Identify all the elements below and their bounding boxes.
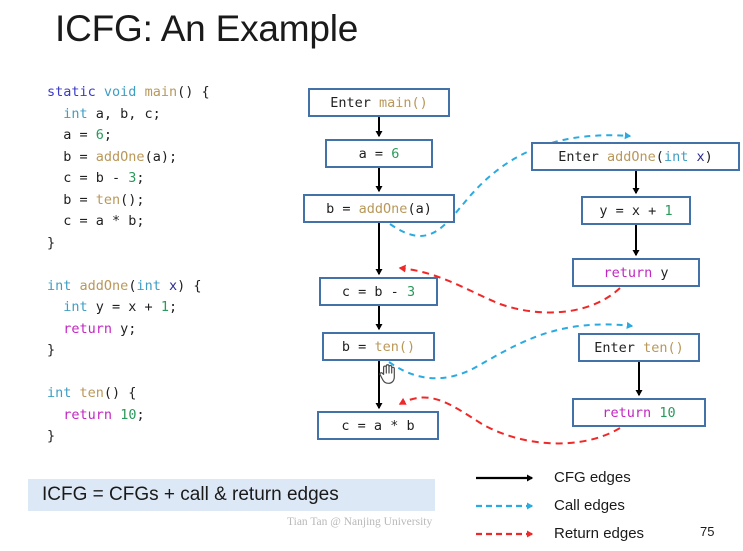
cfg-node-token: ten() — [374, 338, 416, 355]
cfg-node-token: 3 — [406, 283, 416, 300]
cfg-node-token: b = — [326, 200, 359, 217]
cfg-node-token: Enter — [330, 94, 379, 111]
cfg-node-token: c = a * b — [341, 417, 415, 434]
cfg-node-b-addone-a[interactable]: b = addOne (a) — [303, 194, 455, 223]
cfg-node-enter-ten[interactable]: Enter ten() — [578, 333, 700, 362]
cfg-node-token: ) — [704, 148, 713, 165]
cfg-node-c-a-times-b[interactable]: c = a * b — [317, 411, 439, 440]
cfg-node-token: a = — [358, 145, 392, 162]
cfg-node-token: b = — [341, 338, 375, 355]
cfg-node-enter-addone[interactable]: Enter addOne(int x) — [531, 142, 740, 171]
cfg-node-b-ten[interactable]: b = ten() — [322, 332, 435, 361]
cfg-node-token: c = b - — [341, 283, 407, 300]
cfg-node-return-10[interactable]: return 10 — [572, 398, 706, 427]
cfg-node-token: ten() — [643, 339, 684, 356]
cfg-node-token: x — [696, 148, 705, 165]
cfg-node-token: return — [603, 264, 653, 281]
cfg-node-token: Enter — [558, 148, 608, 165]
slide-canvas: ICFG: An Example static void main() { in… — [0, 0, 743, 551]
cfg-node-y-x-plus-1[interactable]: y = x + 1 — [581, 196, 691, 225]
cfg-node-token: main() — [379, 94, 428, 111]
cfg-node-token: y — [652, 264, 669, 281]
cfg-node-return-y[interactable]: return y — [572, 258, 700, 287]
cfg-node-token: addOne — [358, 200, 408, 217]
cfg-node-token: int — [663, 148, 689, 165]
hand-cursor-icon — [379, 364, 395, 384]
cfg-node-a-assign-6[interactable]: a = 6 — [325, 139, 433, 168]
cfg-node-token: Enter — [594, 339, 644, 356]
cfg-node-token: ( — [655, 148, 664, 165]
cfg-node-token: return — [602, 404, 660, 421]
cfg-node-token: 1 — [664, 202, 673, 219]
cfg-node-token: y = x + — [599, 202, 665, 219]
cfg-node-token: (a) — [407, 200, 432, 217]
cfg-node-c-b-minus-3[interactable]: c = b - 3 — [319, 277, 438, 306]
cfg-node-token: addOne — [607, 148, 656, 165]
cfg-node-token: 6 — [391, 145, 400, 162]
cfg-node-enter-main[interactable]: Enter main() — [308, 88, 450, 117]
cfg-node-token — [688, 149, 696, 165]
cfg-node-token: 10 — [659, 404, 676, 421]
